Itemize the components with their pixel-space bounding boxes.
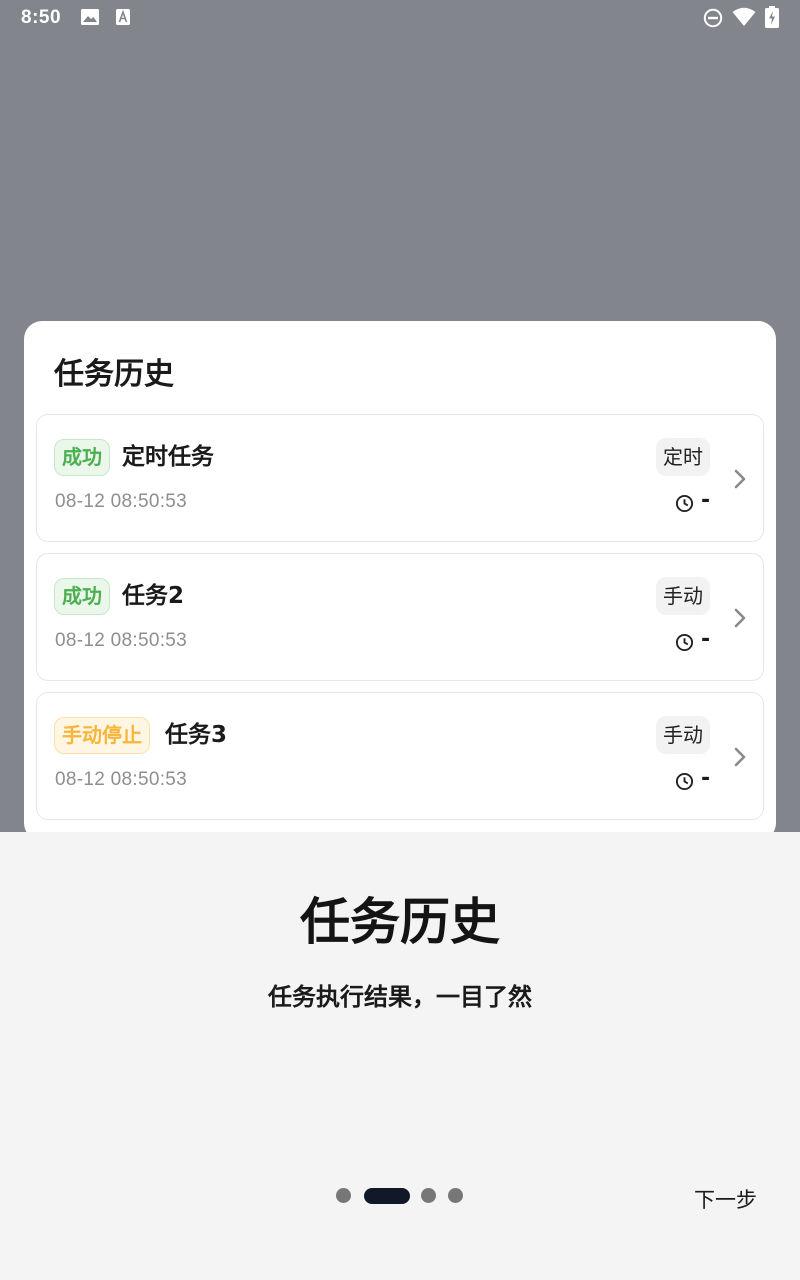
task-duration: -: [701, 766, 711, 791]
task-duration: -: [701, 627, 711, 652]
onboarding-subtitle: 任务执行结果，一目了然: [268, 983, 532, 1011]
page-dot[interactable]: [448, 1188, 463, 1203]
card-title: 任务历史: [54, 357, 174, 392]
task-name: 定时任务: [122, 444, 214, 470]
trigger-tag: 定时: [656, 438, 710, 476]
page-dot[interactable]: [421, 1188, 436, 1203]
status-badge: 手动停止: [54, 717, 150, 754]
page-dot[interactable]: [336, 1188, 351, 1203]
task-item[interactable]: 手动停止 任务3 手动 08-12 08:50:53 -: [36, 692, 764, 820]
trigger-tag: 手动: [656, 716, 710, 754]
page-dot-active[interactable]: [364, 1188, 410, 1204]
status-bar: 8:50: [0, 0, 800, 36]
task-history-card: 任务历史 成功 定时任务 定时 08-12 08:50:53 - 成功 任务2 …: [24, 321, 776, 841]
task-item[interactable]: 成功 定时任务 定时 08-12 08:50:53 -: [36, 414, 764, 542]
next-button[interactable]: 下一步: [694, 1184, 757, 1214]
chevron-right-icon: [734, 469, 746, 489]
chevron-right-icon: [734, 747, 746, 767]
status-time: 8:50: [21, 7, 62, 28]
clock-icon: [675, 633, 694, 652]
task-duration: -: [701, 488, 711, 513]
task-time: 08-12 08:50:53: [55, 491, 188, 512]
task-name: 任务3: [165, 722, 228, 748]
clock-icon: [675, 772, 694, 791]
do-not-disturb-icon: [703, 8, 723, 28]
status-badge: 成功: [54, 439, 110, 476]
chevron-right-icon: [734, 608, 746, 628]
onboarding-title: 任务历史: [300, 893, 500, 951]
clock-icon: [675, 494, 694, 513]
task-name: 任务2: [122, 583, 185, 609]
wifi-icon: [732, 7, 756, 26]
trigger-tag: 手动: [656, 577, 710, 615]
battery-charging-icon: [765, 6, 779, 28]
onboarding-panel: 任务历史 任务执行结果，一目了然 下一步: [0, 832, 800, 1280]
text-a-icon: [116, 9, 130, 25]
task-time: 08-12 08:50:53: [55, 630, 188, 651]
image-icon: [81, 9, 99, 25]
task-time: 08-12 08:50:53: [55, 769, 188, 790]
status-badge: 成功: [54, 578, 110, 615]
task-item[interactable]: 成功 任务2 手动 08-12 08:50:53 -: [36, 553, 764, 681]
